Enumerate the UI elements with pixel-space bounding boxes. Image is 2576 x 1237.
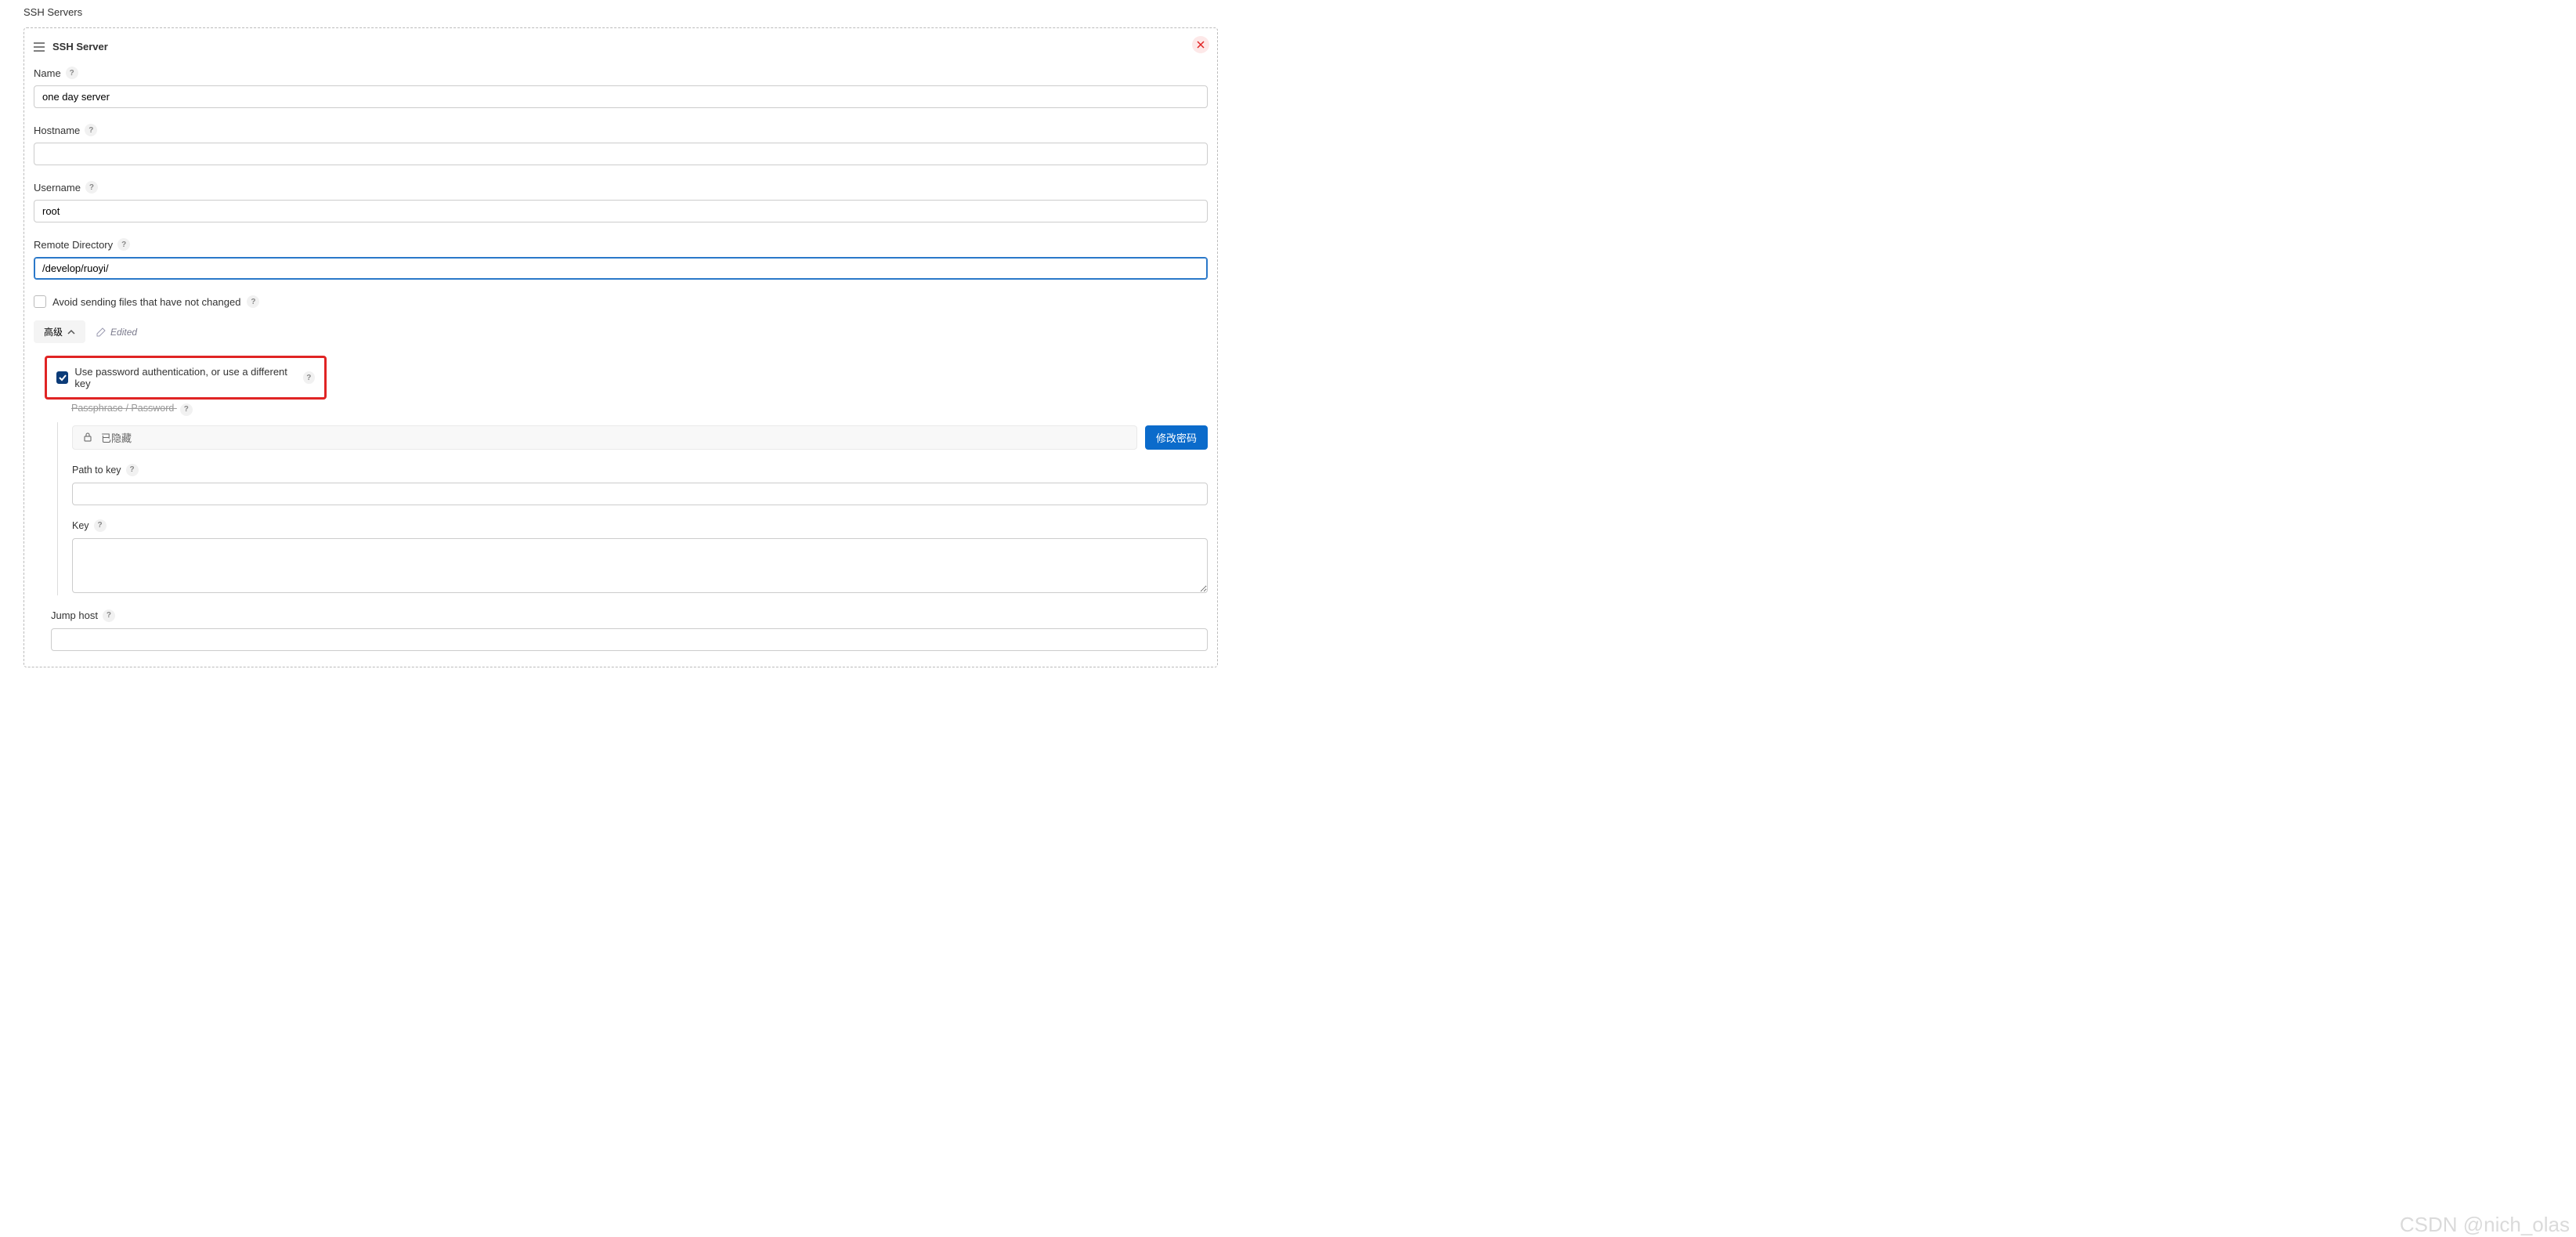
avoid-resend-label: Avoid sending files that have not change… [52, 296, 240, 308]
passphrase-label: Passphrase / Password [71, 403, 174, 414]
edited-label: Edited [110, 327, 137, 338]
username-field: Username ? [34, 181, 1208, 222]
chevron-up-icon [67, 328, 75, 336]
use-password-label: Use password authentication, or use a di… [74, 366, 296, 389]
help-icon[interactable]: ? [126, 464, 139, 476]
passphrase-label-row: Passphrase / Password ? [71, 403, 1208, 416]
advanced-row: 高级 Edited [34, 320, 1208, 343]
path-to-key-input[interactable] [72, 483, 1208, 505]
hostname-label: Hostname [34, 125, 80, 136]
advanced-label: 高级 [44, 325, 63, 338]
path-to-key-field: Path to key ? [72, 464, 1208, 505]
key-textarea[interactable] [72, 538, 1208, 593]
name-input[interactable] [34, 85, 1208, 108]
remote-directory-input[interactable] [34, 257, 1208, 280]
password-hidden-text: 已隐藏 [101, 430, 132, 445]
panel-title: SSH Server [52, 41, 108, 52]
help-icon[interactable]: ? [85, 124, 97, 136]
username-input[interactable] [34, 200, 1208, 222]
section-title: SSH Servers [23, 6, 2576, 18]
avoid-resend-row: Avoid sending files that have not change… [34, 295, 1208, 308]
advanced-toggle-button[interactable]: 高级 [34, 320, 85, 343]
hostname-input[interactable] [34, 143, 1208, 165]
panel-header: SSH Server [34, 41, 1208, 52]
use-password-checkbox[interactable] [56, 371, 68, 384]
drag-handle-icon[interactable] [34, 42, 45, 52]
jump-host-label: Jump host [51, 609, 98, 621]
remote-directory-label: Remote Directory [34, 239, 113, 251]
remote-directory-field: Remote Directory ? [34, 238, 1208, 280]
help-icon[interactable]: ? [117, 238, 130, 251]
use-password-highlight: Use password authentication, or use a di… [45, 356, 327, 400]
passphrase-field: 已隐藏 修改密码 [72, 425, 1208, 450]
username-label: Username [34, 182, 81, 194]
help-icon[interactable]: ? [66, 67, 78, 79]
close-button[interactable] [1192, 36, 1209, 53]
help-icon[interactable]: ? [94, 519, 107, 532]
edited-indicator: Edited [96, 327, 137, 338]
help-icon[interactable]: ? [247, 295, 259, 308]
hostname-field: Hostname ? [34, 124, 1208, 165]
password-hidden-box: 已隐藏 [72, 425, 1137, 450]
watermark: CSDN @nich_olas [2400, 1213, 2570, 1237]
lock-icon [82, 432, 93, 443]
jump-host-input[interactable] [51, 628, 1208, 651]
change-password-button[interactable]: 修改密码 [1145, 425, 1208, 450]
ssh-server-panel: SSH Server Name ? Hostname ? Username ? … [23, 27, 1218, 667]
jump-host-field: Jump host ? [51, 609, 1208, 651]
path-to-key-label: Path to key [72, 465, 121, 476]
avoid-resend-checkbox[interactable] [34, 295, 46, 308]
name-label: Name [34, 67, 61, 79]
help-icon[interactable]: ? [103, 609, 115, 622]
advanced-nested: 已隐藏 修改密码 Path to key ? Key ? [57, 422, 1208, 595]
name-field: Name ? [34, 67, 1208, 108]
help-icon[interactable]: ? [303, 371, 315, 384]
help-icon[interactable]: ? [180, 403, 193, 416]
help-icon[interactable]: ? [85, 181, 98, 194]
key-label: Key [72, 520, 89, 531]
key-field: Key ? [72, 519, 1208, 595]
pencil-icon [96, 327, 106, 337]
